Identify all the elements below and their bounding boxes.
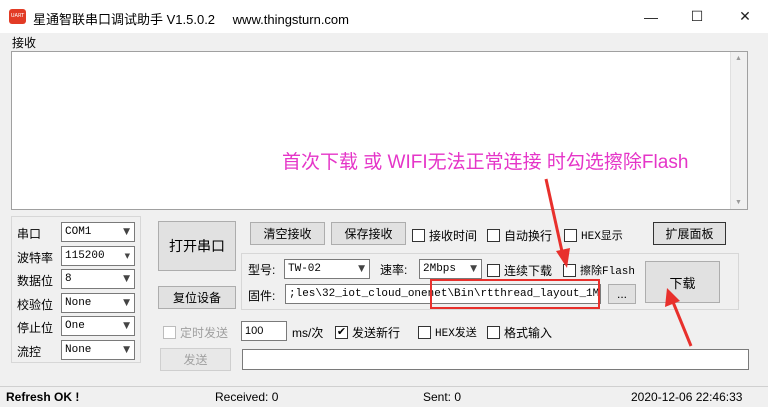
timed-send-checkbox[interactable]: 定时发送 (163, 324, 228, 341)
arrow-to-erase-flash (544, 178, 565, 257)
send-button[interactable]: 发送 (160, 348, 231, 371)
interval-unit: ms/次 (292, 326, 324, 340)
arrow-head-erase-flash (556, 248, 570, 268)
arrow-to-download-button (671, 301, 693, 347)
check-icon: ✔ (335, 326, 348, 339)
status-bar: Refresh OK ! Received: 0 Sent: 0 2020-12… (0, 386, 768, 407)
checkbox-box (163, 326, 176, 339)
checkbox-box (487, 326, 500, 339)
send-interval-input[interactable]: 100 (241, 321, 287, 341)
format-input-checkbox[interactable]: 格式输入 (487, 324, 552, 341)
checkbox-box (418, 325, 431, 339)
send-text-input[interactable] (242, 349, 749, 370)
send-newline-checkbox[interactable]: ✔ 发送新行 (335, 324, 400, 341)
status-message: Refresh OK ! (6, 390, 80, 404)
annotation-arrows (544, 178, 693, 347)
hex-send-checkbox[interactable]: HEX发送 (418, 324, 477, 340)
status-datetime: 2020-12-06 22:46:33 (631, 390, 743, 404)
received-count: Received: 0 (215, 390, 279, 404)
sent-count: Sent: 0 (423, 390, 462, 404)
